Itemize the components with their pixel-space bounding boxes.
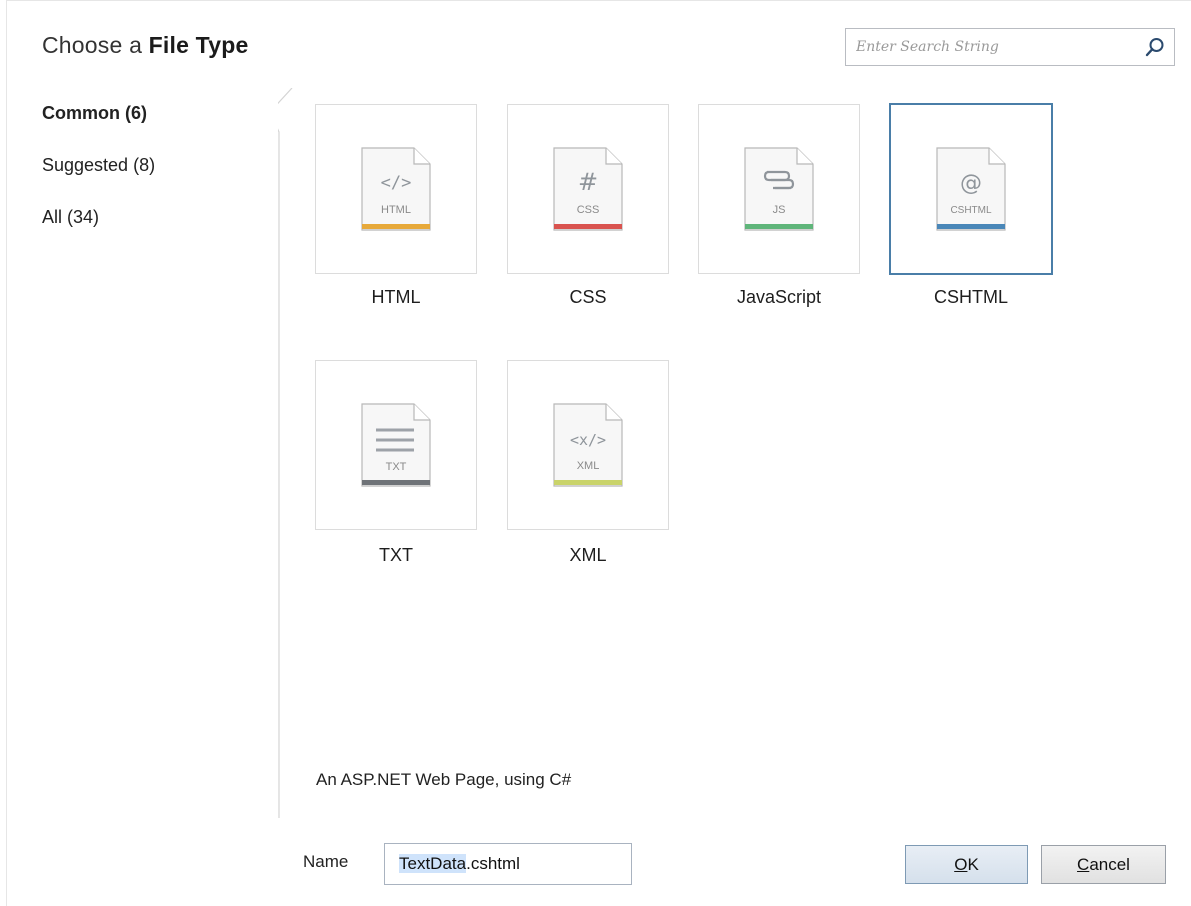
name-input[interactable]: TextData.cshtml xyxy=(384,843,632,885)
category-all[interactable]: All (34) xyxy=(42,204,155,230)
cshtml-glyph: @ xyxy=(960,171,982,196)
html-accent-bar xyxy=(362,224,430,229)
category-suggested[interactable]: Suggested (8) xyxy=(42,152,155,178)
search-icon[interactable] xyxy=(1144,36,1166,58)
file-type-txt[interactable]: TXT xyxy=(315,360,477,530)
name-label: Name xyxy=(303,852,349,871)
xml-icon-text: XML xyxy=(577,460,600,472)
file-type-javascript[interactable]: JS xyxy=(698,104,860,274)
file-type-description: An ASP.NET Web Page, using C# xyxy=(316,770,572,789)
cshtml-file-icon: @ CSHTML xyxy=(936,147,1006,231)
css-file-icon: # CSS xyxy=(553,147,623,231)
title-prefix: Choose a xyxy=(42,32,143,58)
css-glyph: # xyxy=(578,168,598,196)
txt-icon-text: TXT xyxy=(386,461,407,473)
file-type-cshtml[interactable]: @ CSHTML xyxy=(889,103,1053,275)
html-glyph: </> xyxy=(381,173,412,193)
search-box[interactable] xyxy=(845,28,1175,66)
js-icon-text: JS xyxy=(773,204,786,216)
css-icon-text: CSS xyxy=(577,204,600,216)
file-type-label: HTML xyxy=(371,287,421,307)
file-type-css[interactable]: # CSS xyxy=(507,104,669,274)
html-file-icon: </> HTML xyxy=(361,147,431,231)
file-type-xml[interactable]: <x/> XML xyxy=(507,360,669,530)
xml-file-icon: <x/> XML xyxy=(553,403,623,487)
cancel-mnemonic: C xyxy=(1077,855,1090,874)
xml-glyph: <x/> xyxy=(570,431,606,449)
file-type-label: JavaScript xyxy=(736,287,822,307)
html-icon-text: HTML xyxy=(381,204,411,216)
js-file-icon: JS xyxy=(744,147,814,231)
js-accent-bar xyxy=(745,224,813,229)
name-selected-text: TextData xyxy=(399,854,467,873)
name-rest-text: .cshtml xyxy=(466,854,520,873)
file-type-label: TXT xyxy=(379,545,413,565)
file-type-label: CSS xyxy=(569,287,607,307)
ok-mnemonic: O xyxy=(954,855,968,874)
css-accent-bar xyxy=(554,224,622,229)
txt-file-icon: TXT xyxy=(361,403,431,487)
cancel-button[interactable]: Cancel xyxy=(1041,845,1166,884)
file-type-html[interactable]: </> HTML xyxy=(315,104,477,274)
xml-accent-bar xyxy=(554,480,622,485)
title-bold: File Type xyxy=(148,32,249,58)
cancel-rest: ancel xyxy=(1089,855,1130,874)
file-type-label: CSHTML xyxy=(933,287,1008,307)
ok-button[interactable]: OK xyxy=(905,845,1028,884)
search-input[interactable] xyxy=(846,29,1136,65)
ok-rest: K xyxy=(967,855,979,874)
file-type-label: XML xyxy=(569,545,607,565)
category-list: Common (6) Suggested (8) All (34) xyxy=(42,100,155,256)
cshtml-icon-text: CSHTML xyxy=(950,205,992,216)
cshtml-accent-bar xyxy=(937,224,1005,229)
category-common[interactable]: Common (6) xyxy=(42,100,155,126)
dialog-title: Choose a File Type xyxy=(42,32,248,59)
txt-accent-bar xyxy=(362,480,430,485)
panel-divider xyxy=(278,88,293,818)
